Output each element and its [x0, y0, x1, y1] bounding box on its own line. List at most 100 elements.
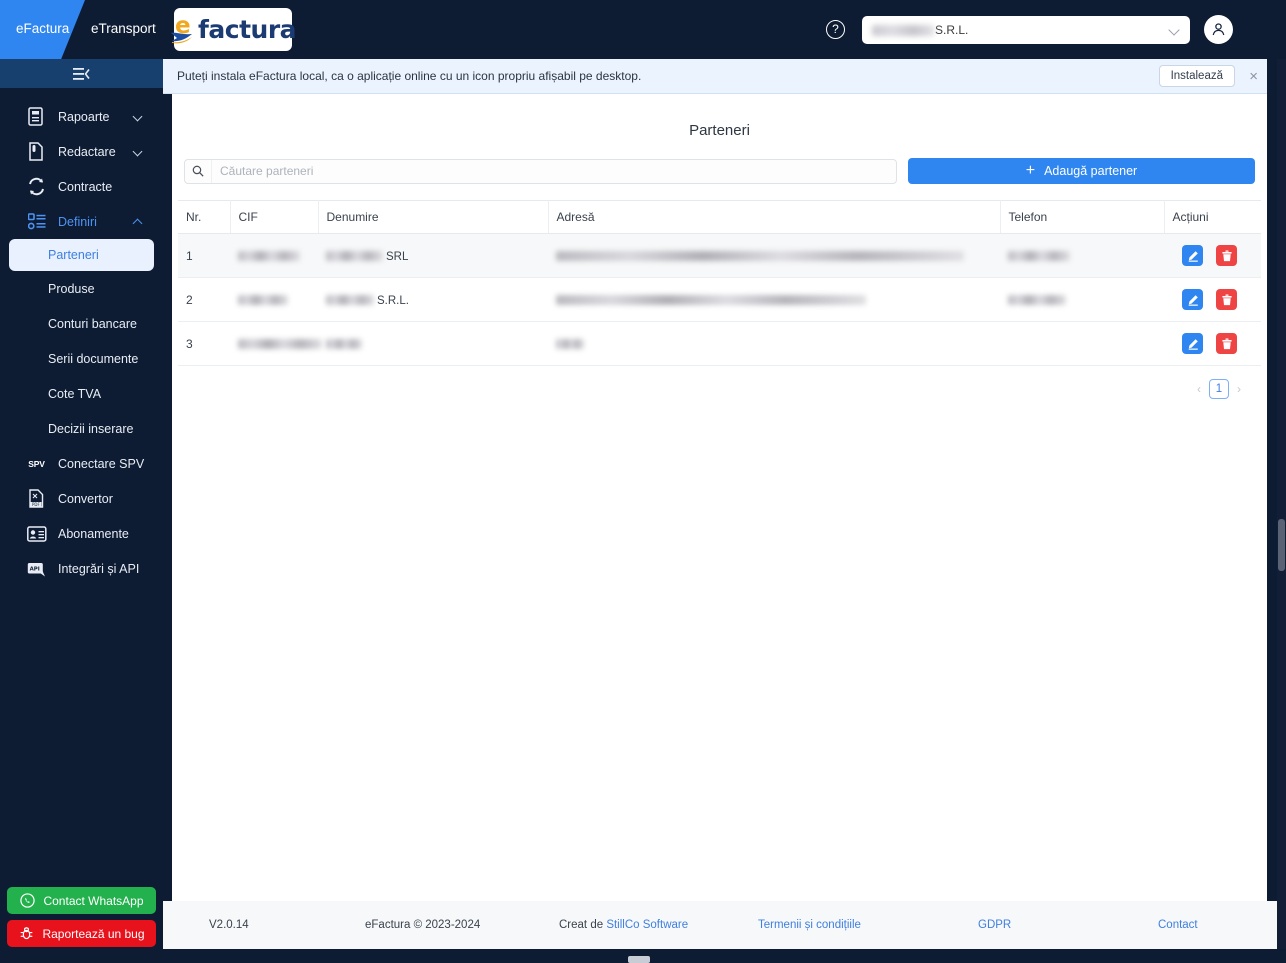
install-banner: Puteți instala eFactura local, ca o apli…: [163, 59, 1267, 94]
sidebar-item-label: Integrări și API: [58, 561, 140, 576]
main-area: Puteți instala eFactura local, ca o apli…: [163, 59, 1286, 963]
redacted-value: [326, 295, 374, 306]
edit-pencil-icon[interactable]: [1182, 289, 1203, 310]
table-row[interactable]: 2 S.R.L.: [178, 277, 1261, 322]
sidebar-item-convertor[interactable]: PDF Convertor: [0, 481, 163, 516]
close-icon[interactable]: ×: [1249, 69, 1258, 84]
sidebar-subitem-label: Conturi bancare: [48, 316, 137, 331]
plus-icon: +: [1025, 162, 1036, 179]
sidebar-item-abonamente[interactable]: Abonamente: [0, 516, 163, 551]
footer-gdpr-link[interactable]: GDPR: [978, 919, 1011, 931]
sidebar-item-serii-documente[interactable]: Serii documente: [0, 341, 163, 376]
sync-arrows-icon: [26, 176, 47, 197]
sidebar-item-integrari-api[interactable]: API Integrări și API: [0, 551, 163, 586]
sidebar-item-definiri[interactable]: Definiri: [0, 204, 163, 239]
cell-telefon: [1000, 321, 1164, 366]
sidebar-item-produse[interactable]: Produse: [0, 271, 163, 306]
sidebar-item-contracte[interactable]: Contracte: [0, 169, 163, 204]
tab-etransport[interactable]: eTransport: [91, 21, 156, 36]
search-icon: [185, 159, 212, 183]
pagination-prev[interactable]: ‹: [1197, 382, 1201, 396]
help-icon[interactable]: ?: [826, 20, 845, 39]
add-partener-label: Adaugă partener: [1044, 164, 1138, 178]
cell-denumire-suffix: S.R.L.: [377, 294, 409, 307]
sidebar-subitem-label: Serii documente: [48, 351, 139, 366]
vertical-scrollbar-track[interactable]: [1277, 59, 1286, 963]
sidebar-item-conturi-bancare[interactable]: Conturi bancare: [0, 306, 163, 341]
search-box[interactable]: [184, 158, 897, 184]
sidebar-item-redactare[interactable]: Redactare: [0, 134, 163, 169]
cell-actiuni: [1164, 233, 1261, 278]
sidebar-item-parteneri[interactable]: Parteneri: [9, 239, 154, 271]
sidebar-item-rapoarte[interactable]: Rapoarte: [0, 99, 163, 134]
chevron-down-icon: [132, 146, 143, 157]
logo-text: factura: [198, 15, 297, 44]
trash-delete-icon[interactable]: [1216, 333, 1237, 354]
footer: V2.0.14 eFactura © 2023-2024 Creat de St…: [163, 901, 1286, 949]
trash-delete-icon[interactable]: [1216, 245, 1237, 266]
cell-cif: [230, 233, 318, 278]
top-bar: eFactura eTransport e factura ? S.R.L.: [0, 0, 1286, 59]
redacted-value: [556, 251, 964, 262]
logo-swoosh-icon: [171, 32, 192, 43]
footer-stillco-link[interactable]: StillCo Software: [606, 919, 688, 931]
sidebar-collapse-button[interactable]: [0, 59, 163, 88]
bug-icon: [18, 925, 35, 942]
footer-version: V2.0.14: [209, 919, 249, 931]
tab-efactura[interactable]: eFactura: [16, 21, 69, 36]
vertical-scrollbar-thumb[interactable]: [1278, 519, 1285, 571]
add-partener-button[interactable]: + Adaugă partener: [908, 158, 1255, 184]
redacted-value: [1008, 251, 1070, 262]
sidebar-item-label: Contracte: [58, 179, 113, 194]
report-bug-button[interactable]: Raportează un bug: [7, 920, 156, 947]
bottom-scroll-nub[interactable]: [628, 956, 650, 963]
footer-created-prefix: Creat de: [559, 919, 607, 931]
sidebar-item-conectare-spv[interactable]: SPV Conectare SPV: [0, 446, 163, 481]
column-header-actiuni: Acțiuni: [1164, 200, 1261, 234]
edit-pencil-icon[interactable]: [1182, 333, 1203, 354]
user-avatar[interactable]: [1204, 15, 1233, 44]
toolbar: + Adaugă partener: [172, 139, 1267, 184]
sidebar-subitem-label: Decizii inserare: [48, 421, 134, 436]
footer-contact-link[interactable]: Contact: [1158, 919, 1198, 931]
trash-delete-icon[interactable]: [1216, 289, 1237, 310]
table-row[interactable]: 1 SRL: [178, 233, 1261, 278]
cell-adresa: [548, 277, 1000, 322]
footer-copyright: eFactura © 2023-2024: [365, 919, 481, 931]
cell-denumire-suffix: SRL: [386, 250, 409, 263]
footer-terms-link[interactable]: Termenii și condițiile: [758, 919, 861, 931]
whatsapp-label: Contact WhatsApp: [43, 893, 144, 908]
pagination-page-1[interactable]: 1: [1209, 379, 1229, 399]
redacted-value: [556, 295, 866, 306]
pagination-next[interactable]: ›: [1237, 382, 1241, 396]
column-header-adresa: Adresă: [548, 200, 1001, 234]
subscription-card-icon: [26, 523, 47, 544]
install-button[interactable]: Instalează: [1158, 65, 1235, 87]
partners-table: Nr. CIF Denumire Adresă Telefon Acțiuni …: [178, 200, 1261, 366]
cell-adresa: [548, 321, 1000, 366]
table-header: Nr. CIF Denumire Adresă Telefon Acțiuni: [178, 200, 1261, 234]
sidebar-item-cote-tva[interactable]: Cote TVA: [0, 376, 163, 411]
edit-pencil-icon[interactable]: [1182, 245, 1203, 266]
table-row[interactable]: 3: [178, 321, 1261, 366]
cell-telefon: [1000, 233, 1164, 278]
cell-actiuni: [1164, 277, 1261, 322]
redacted-value: [326, 339, 362, 350]
contact-whatsapp-button[interactable]: Contact WhatsApp: [7, 887, 156, 914]
cell-adresa: [548, 233, 1000, 278]
cell-denumire: [318, 321, 548, 366]
cell-cif: [230, 277, 318, 322]
spv-badge-icon: SPV: [28, 458, 45, 469]
column-header-nr: Nr.: [178, 200, 231, 234]
table-header-row: Nr. CIF Denumire Adresă Telefon Acțiuni: [178, 200, 1261, 234]
svg-text:API: API: [29, 566, 39, 572]
cell-denumire: SRL: [318, 233, 548, 278]
footer-created-by: Creat de StillCo Software: [559, 919, 688, 931]
efactura-logo[interactable]: e factura: [171, 8, 297, 51]
sidebar-item-label: Conectare SPV: [58, 456, 145, 471]
sidebar-subitem-label: Cote TVA: [48, 386, 102, 401]
search-input[interactable]: [212, 164, 896, 178]
chevron-down-icon: [132, 111, 143, 122]
company-selector[interactable]: S.R.L.: [862, 16, 1190, 44]
sidebar-item-decizii-inserare[interactable]: Decizii inserare: [0, 411, 163, 446]
